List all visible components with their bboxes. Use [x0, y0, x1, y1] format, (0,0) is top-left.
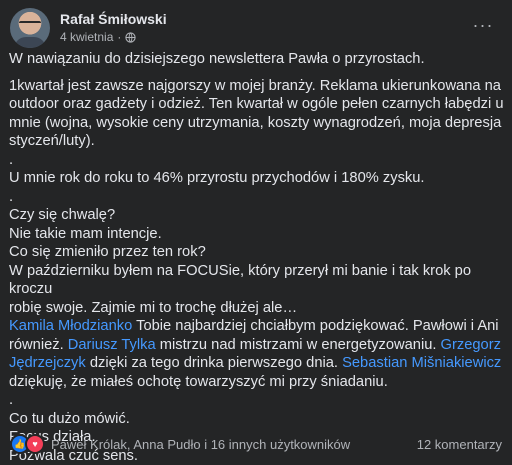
post-subline: 4 kwietnia ·: [60, 29, 167, 45]
author-avatar[interactable]: [10, 8, 50, 48]
separator-dot: ·: [117, 30, 122, 44]
more-options-button[interactable]: ···: [468, 14, 498, 36]
mention-dariusz[interactable]: Dariusz Tylka: [68, 337, 156, 353]
avatar-shirt: [14, 37, 46, 48]
globe-icon: [125, 31, 137, 43]
post-paragraph-quarter: 1kwartał jest zawsze najgorszy w mojej b…: [9, 77, 504, 168]
post-text: W nawiązaniu do dzisiejszego newslettera…: [9, 50, 505, 465]
avatar-glasses: [19, 21, 41, 29]
reactions-icons[interactable]: 👍 ♥: [10, 434, 45, 454]
mention-sebastian[interactable]: Sebastian Mišniakiewicz: [342, 355, 501, 371]
post-footer: 👍 ♥ Paweł Królak, Anna Pudło i 16 innych…: [10, 432, 502, 456]
love-reaction-icon: ♥: [25, 434, 45, 454]
post-date[interactable]: 4 kwietnia: [60, 29, 113, 45]
comments-count[interactable]: 12 komentarzy: [417, 437, 502, 452]
thanks-text-2: mistrzu nad mistrzami w energetyzowaniu.: [155, 336, 441, 353]
post-paragraph-intro: W nawiązaniu do dzisiejszego newslettera…: [9, 51, 425, 67]
reactions-summary[interactable]: Paweł Królak, Anna Pudło i 16 innych uży…: [51, 437, 350, 452]
post-meta: Rafał Śmiłowski 4 kwietnia ·: [60, 11, 167, 45]
thanks-text-3: dzięki za tego drinka pierwszego dnia.: [85, 355, 343, 371]
post-header: Rafał Śmiłowski 4 kwietnia ·: [10, 8, 167, 48]
post-paragraph-growth: U mnie rok do roku to 46% przyrostu przy…: [9, 170, 471, 316]
mention-kamila[interactable]: Kamila Młodzianko: [9, 318, 132, 334]
author-name[interactable]: Rafał Śmiłowski: [60, 11, 167, 28]
